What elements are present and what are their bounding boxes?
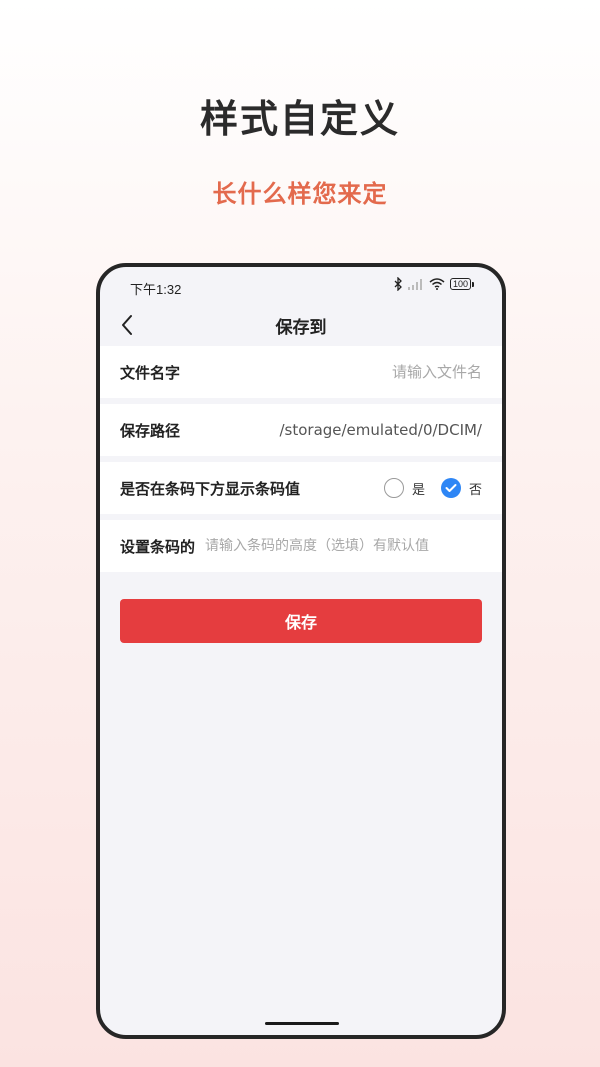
file-name-row: 文件名字 bbox=[100, 346, 502, 398]
save-path-input[interactable] bbox=[190, 421, 482, 439]
promo-headline: 样式自定义 bbox=[199, 97, 400, 141]
barcode-height-input[interactable] bbox=[205, 538, 482, 554]
show-value-radio-group: 是 否 bbox=[368, 478, 482, 498]
radio-no-label: 否 bbox=[468, 482, 482, 498]
save-path-row: 保存路径 bbox=[100, 404, 502, 456]
save-path-label: 保存路径 bbox=[120, 421, 181, 440]
radio-yes[interactable]: 是 bbox=[383, 478, 425, 498]
show-value-row: 是否在条码下方显示条码值 是 否 bbox=[100, 462, 502, 514]
save-button[interactable]: 保存 bbox=[120, 599, 482, 643]
radio-yes-label: 是 bbox=[411, 482, 425, 498]
signal-icon bbox=[407, 278, 424, 290]
promo-subline: 长什么样您来定 bbox=[212, 180, 388, 208]
show-value-label: 是否在条码下方显示条码值 bbox=[120, 479, 301, 498]
chevron-left-icon[interactable] bbox=[116, 311, 140, 339]
barcode-height-label: 设置条码的 bbox=[120, 537, 196, 556]
radio-no[interactable]: 否 bbox=[440, 478, 482, 498]
radio-checked-icon bbox=[440, 478, 461, 498]
home-indicator bbox=[265, 1022, 339, 1025]
radio-unchecked-icon bbox=[383, 478, 404, 498]
battery-icon: 100 bbox=[449, 278, 474, 290]
wifi-icon bbox=[429, 278, 445, 290]
page-title: 保存到 bbox=[275, 318, 327, 338]
battery-level: 100 bbox=[449, 278, 471, 290]
phone-frame: 下午1:32 100 保存到 文件名字 请输入文件名 保存路径 /storage… bbox=[96, 263, 506, 1039]
nav-bar: 保存到 bbox=[100, 305, 502, 345]
file-name-input[interactable] bbox=[190, 363, 482, 381]
bluetooth-icon bbox=[394, 277, 403, 291]
status-bar: 下午1:32 100 bbox=[100, 267, 502, 305]
status-icons: 100 bbox=[394, 277, 474, 291]
barcode-height-row: 设置条码的 bbox=[100, 520, 502, 572]
file-name-label: 文件名字 bbox=[120, 363, 181, 382]
status-time: 下午1:32 bbox=[130, 282, 182, 297]
